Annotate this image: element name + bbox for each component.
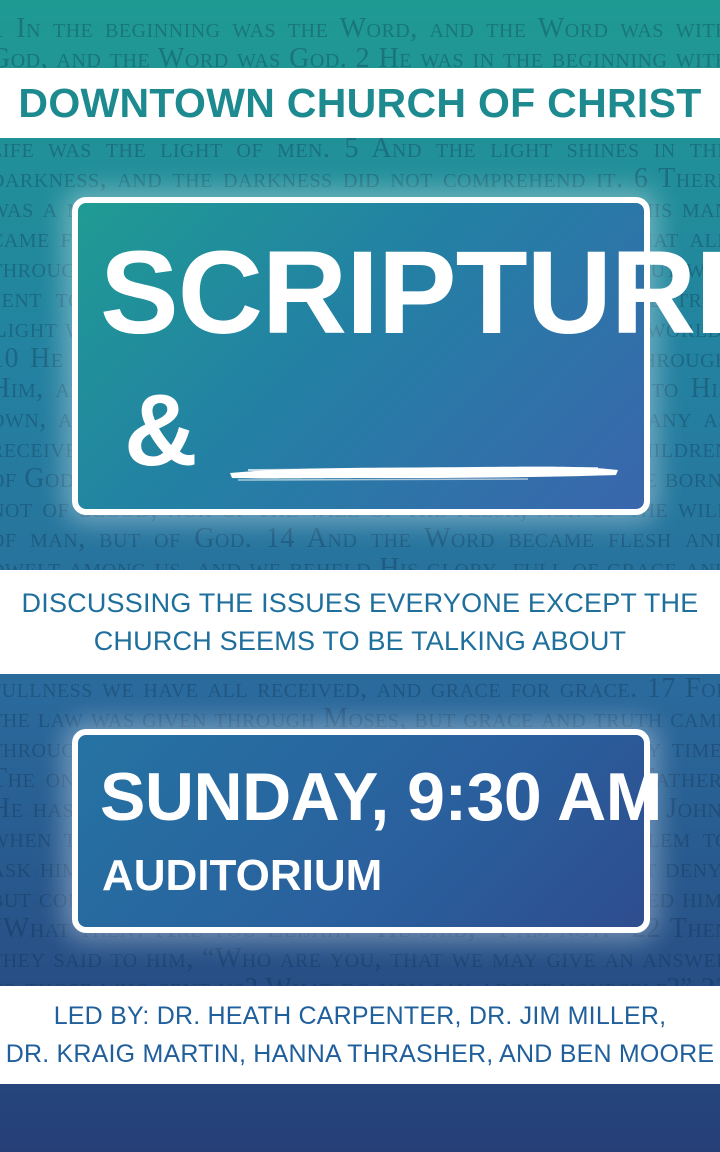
tagline-band: DISCUSSING THE ISSUES EVERYONE EXCEPT TH… [0,570,720,674]
title-ampersand: & [124,373,198,487]
church-name: DOWNTOWN CHURCH OF CHRIST [18,79,702,126]
event-time: SUNDAY, 9:30 AM [100,759,662,835]
title-panel: SCRIPTURE & [72,197,720,515]
brush-stroke-blank-line [230,466,618,481]
leaders-line-2: DR. KRAIG MARTIN, HANNA THRASHER, AND BE… [5,1040,715,1068]
event-location: AUDITORIUM [102,851,383,900]
tagline-line-2: CHURCH SEEMS TO BE TALKING ABOUT [93,626,627,656]
title-text: SCRIPTURE [100,227,720,359]
leaders-line-1: LED BY: DR. HEATH CARPENTER, DR. JIM MIL… [53,1002,667,1030]
leaders-band: LED BY: DR. HEATH CARPENTER, DR. JIM MIL… [0,986,720,1084]
event-panel: SUNDAY, 9:30 AM AUDITORIUM [72,729,662,933]
header-band: DOWNTOWN CHURCH OF CHRIST [0,68,720,138]
poster: 1 In the beginning was the Word, and the… [0,0,720,1152]
tagline-line-1: DISCUSSING THE ISSUES EVERYONE EXCEPT TH… [21,588,699,618]
